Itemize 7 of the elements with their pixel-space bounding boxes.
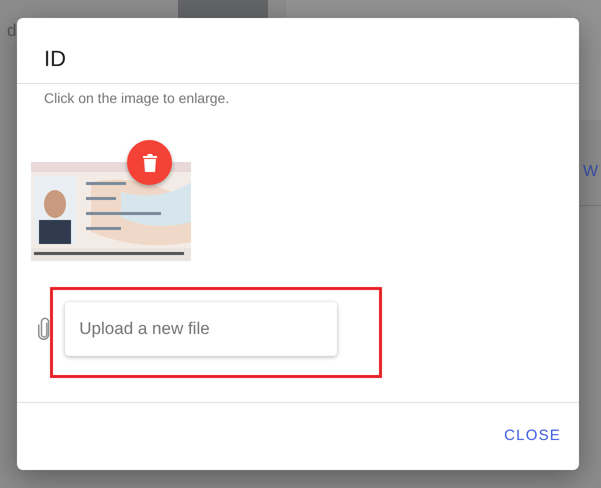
delete-button[interactable] (127, 140, 172, 185)
trash-icon (142, 154, 156, 172)
upload-field[interactable]: Upload a new file (65, 302, 337, 356)
paperclip-icon (37, 316, 52, 342)
dialog-title: ID (43, 45, 67, 73)
close-button[interactable]: CLOSE (496, 419, 569, 452)
hint-text: Click on the image to enlarge. (44, 90, 230, 106)
